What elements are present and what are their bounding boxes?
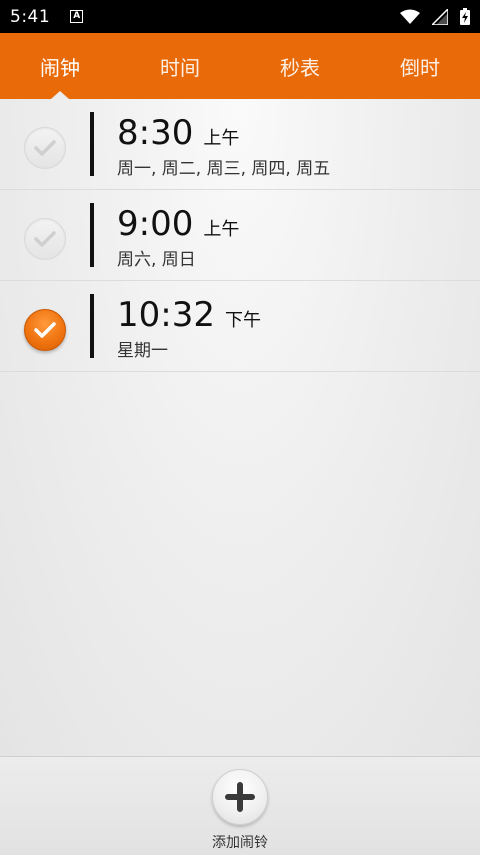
status-time: 5:41 — [10, 6, 51, 27]
alarm-item[interactable]: 8:30 上午 周一, 周二, 周三, 周四, 周五 — [0, 99, 480, 190]
alarm-divider — [90, 112, 94, 176]
tab-clock-label: 时间 — [160, 55, 200, 80]
add-alarm-label: 添加闹铃 — [212, 835, 268, 851]
check-icon — [34, 231, 56, 247]
alarm-days: 周六, 周日 — [117, 250, 196, 270]
wifi-icon — [400, 9, 420, 24]
alarm-toggle[interactable] — [24, 127, 66, 169]
notification-a-icon: A — [70, 10, 84, 23]
alarm-ampm: 上午 — [203, 128, 240, 149]
alarm-item[interactable]: 10:32 下午 星期一 — [0, 281, 480, 372]
alarm-time-row: 8:30 上午 — [117, 113, 239, 153]
plus-icon — [225, 782, 255, 812]
alarm-time: 10:32 — [117, 295, 215, 335]
tab-stopwatch[interactable]: 秒表 — [240, 33, 360, 99]
alarm-time: 8:30 — [117, 113, 194, 153]
status-bar: 5:41 A — [0, 0, 480, 33]
alarm-toggle[interactable] — [24, 218, 66, 260]
tab-alarm[interactable]: 闹钟 — [0, 33, 120, 99]
tab-countdown-label: 倒时 — [400, 55, 440, 80]
alarm-toggle[interactable] — [24, 309, 66, 351]
battery-charging-icon — [460, 8, 470, 25]
check-icon — [34, 140, 56, 156]
bottom-bar: 添加闹铃 — [0, 756, 480, 855]
tab-stopwatch-label: 秒表 — [280, 55, 320, 80]
tab-countdown[interactable]: 倒时 — [360, 33, 480, 99]
alarm-time: 9:00 — [117, 204, 194, 244]
tab-bar: 闹钟 时间 秒表 倒时 — [0, 33, 480, 99]
alarm-time-row: 9:00 上午 — [117, 204, 239, 244]
alarm-item[interactable]: 9:00 上午 周六, 周日 — [0, 190, 480, 281]
alarm-list: 8:30 上午 周一, 周二, 周三, 周四, 周五 9:00 上午 周六, 周… — [0, 99, 480, 756]
alarm-divider — [90, 203, 94, 267]
alarm-days: 星期一 — [117, 341, 168, 361]
status-icons — [400, 8, 470, 25]
signal-icon — [432, 8, 448, 25]
alarm-time-row: 10:32 下午 — [117, 295, 261, 335]
tab-clock[interactable]: 时间 — [120, 33, 240, 99]
active-tab-indicator — [51, 91, 69, 99]
add-alarm-button[interactable] — [212, 769, 268, 825]
alarm-ampm: 上午 — [203, 219, 240, 240]
tab-alarm-label: 闹钟 — [40, 55, 80, 80]
alarm-days: 周一, 周二, 周三, 周四, 周五 — [117, 159, 331, 179]
alarm-divider — [90, 294, 94, 358]
alarm-ampm: 下午 — [224, 310, 261, 331]
check-icon — [34, 322, 56, 338]
